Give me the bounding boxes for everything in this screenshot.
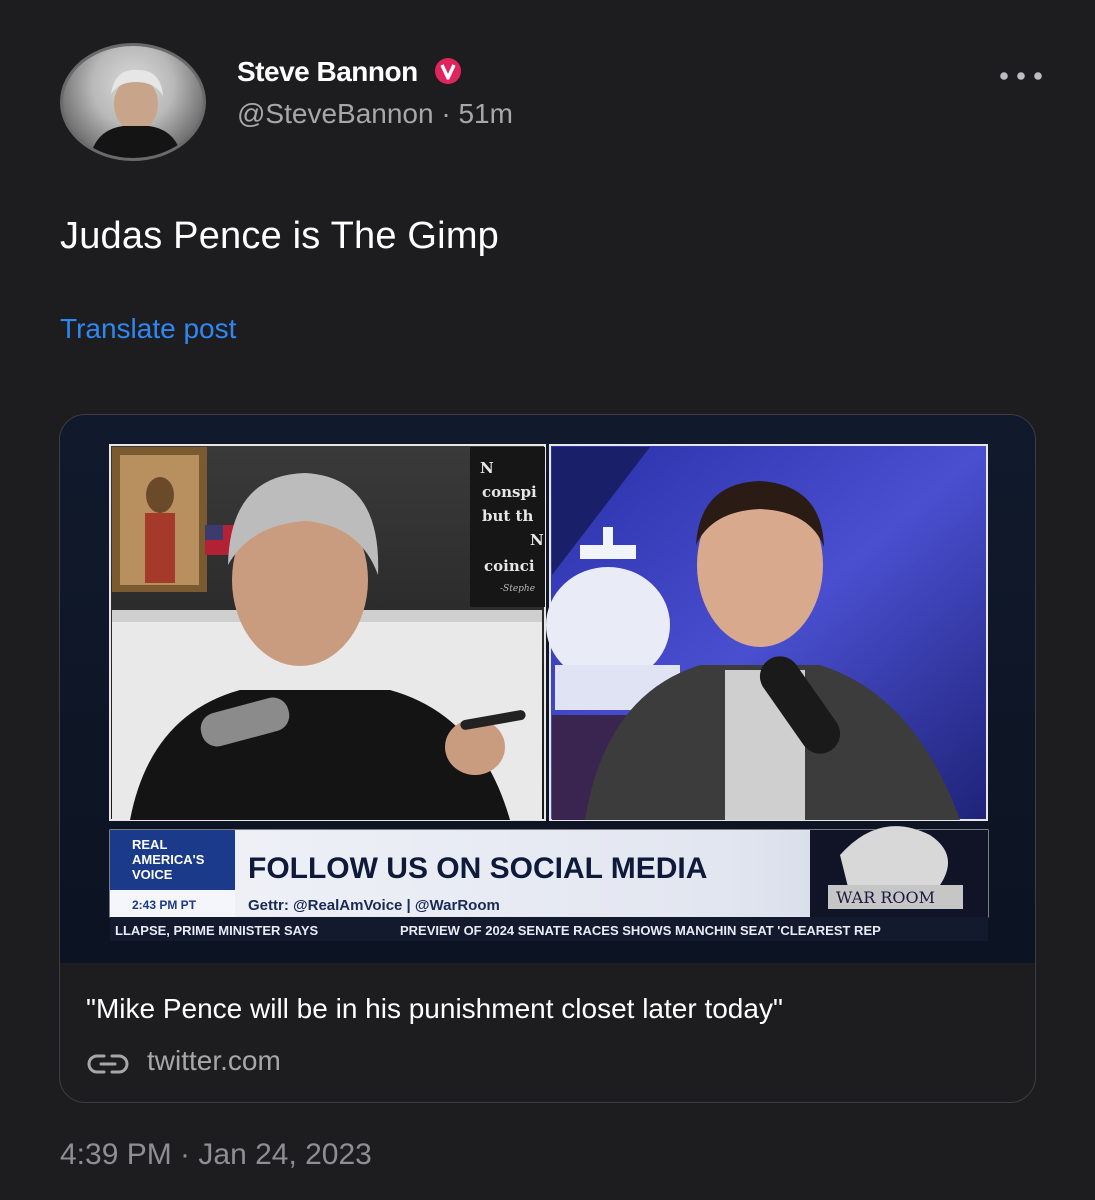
shelf-sign-line: coinci — [484, 557, 535, 575]
video-frame: N conspi but th N coinci -Stephe REAL AM… — [109, 444, 989, 941]
ticker-left: LLAPSE, PRIME MINISTER SAYS — [115, 923, 319, 938]
ticker-right: PREVIEW OF 2024 SENATE RACES SHOWS MANCH… — [400, 923, 881, 938]
clock-text: 2:43 PM PT — [132, 898, 197, 912]
author-handle[interactable]: @SteveBannon · 51m — [237, 98, 513, 130]
network-logo-line: VOICE — [132, 867, 173, 882]
link-preview-card[interactable]: N conspi but th N coinci -Stephe REAL AM… — [59, 414, 1036, 1103]
post-timestamp[interactable]: 4:39 PM · Jan 24, 2023 — [60, 1138, 372, 1172]
shelf-sign-line: -Stephe — [500, 584, 535, 594]
avatar-image — [60, 43, 206, 161]
banner-headline: FOLLOW US ON SOCIAL MEDIA — [248, 852, 707, 885]
shelf-sign-line: N — [530, 531, 544, 549]
shelf-sign-line: but th — [482, 507, 533, 525]
card-domain: twitter.com — [147, 1045, 281, 1076]
shelf-sign-line: conspi — [482, 483, 537, 501]
author-name[interactable]: Steve Bannon — [237, 56, 418, 88]
shelf-sign-line: N — [480, 459, 494, 477]
card-title: "Mike Pence will be in his punishment cl… — [86, 993, 783, 1024]
card-media-image: N conspi but th N coinci -Stephe REAL AM… — [60, 415, 1035, 963]
network-logo-line: REAL — [132, 837, 167, 852]
more-horizontal-icon[interactable] — [998, 66, 1044, 86]
avatar-portrait — [90, 69, 182, 158]
link-icon — [87, 1054, 129, 1074]
verified-badge-icon — [435, 58, 461, 84]
network-logo-line: AMERICA'S — [132, 852, 205, 867]
banner-subtext: Gettr: @RealAmVoice | @WarRoom — [248, 897, 500, 914]
translate-post-link[interactable]: Translate post — [60, 313, 236, 345]
post-text: Judas Pence is The Gimp — [60, 215, 500, 257]
avatar[interactable] — [60, 43, 206, 161]
show-logo-text: WAR ROOM — [836, 888, 935, 907]
